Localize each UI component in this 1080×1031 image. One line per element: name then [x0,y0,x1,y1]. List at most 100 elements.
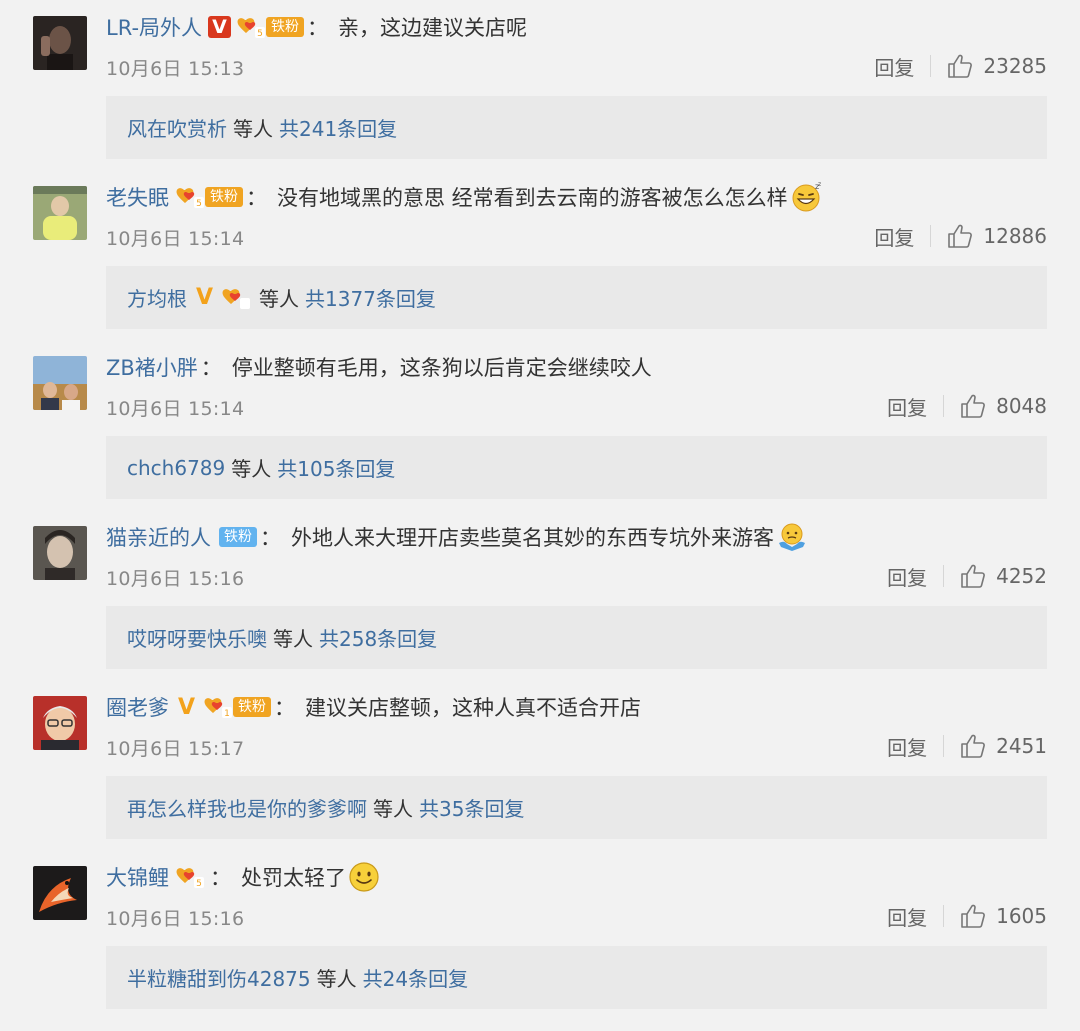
reply-preview[interactable]: 再怎么样我也是你的爹爹啊 等人 共35条回复 [106,776,1047,839]
username-link[interactable]: 老失眠 [106,182,169,212]
username-link[interactable]: LR-局外人 [106,12,202,42]
comment-text: 没有地域黑的意思 经常看到去云南的游客被怎么怎么样 [277,186,788,210]
like-button[interactable]: 1605 [960,903,1047,929]
comment-text: 建议关店整顿，这种人真不适合开店 [305,696,641,720]
reply-preview[interactable]: 哎呀呀要快乐噢 等人 共258条回复 [106,606,1047,669]
reply-preview[interactable]: 方均根 V 等人 共1377条回复 [106,266,1047,329]
reply-button[interactable]: 回复 [874,222,914,251]
action-bar: 回复 8048 [887,390,1047,422]
badge-group: 5 铁粉 [175,185,243,209]
comment-item: LR-局外人 V 5 铁粉 ： 亲，这边建议关店呢 10月6日 15:13 回复… [0,0,1080,170]
reply-total-link[interactable]: 共24条回复 [363,963,468,992]
avatar[interactable] [33,186,87,240]
reply-etc-text: 等人 [373,797,413,821]
badge-group: 铁粉 [217,527,257,547]
action-bar: 回复 12886 [874,220,1047,252]
like-button[interactable]: 4252 [960,563,1047,589]
reply-preview[interactable]: chch6789 等人 共105条回复 [106,436,1047,499]
reply-etc-text: 等人 [233,117,273,141]
like-count: 4252 [996,564,1047,588]
divider [943,565,945,587]
comment-header: 老失眠 5 铁粉 ： 没有地域黑的意思 经常看到去云南的游客被怎么怎么样 zz [106,180,822,214]
like-button[interactable]: 23285 [947,53,1047,79]
grin-emoji-icon: zz [790,181,822,213]
avatar[interactable] [33,866,87,920]
thumbs-up-icon [948,54,973,78]
reply-button[interactable]: 回复 [887,392,927,421]
action-bar: 回复 2451 [887,730,1047,762]
username-link[interactable]: ZB褚小胖 [106,352,198,382]
timestamp: 10月6日 15:16 [106,568,245,590]
reply-user-link[interactable]: 风在吹赏析 [127,113,227,142]
reply-total-link[interactable]: 共258条回复 [319,623,437,652]
tiefen-badge: 铁粉 [219,527,257,547]
comment-item: 猫亲近的人 铁粉 ： 外地人来大理开店卖些莫名其妙的东西专坑外来游客 10月6日… [0,510,1080,680]
heart-level-icon: 5 [175,865,205,889]
reply-total-link[interactable]: 共105条回复 [277,453,395,482]
timestamp: 10月6日 15:16 [106,908,245,930]
tiefen-badge: 铁粉 [233,697,271,717]
comment-item: ZB褚小胖 ： 停业整顿有毛用，这条狗以后肯定会继续咬人 10月6日 15:14… [0,340,1080,510]
divider [943,395,945,417]
reply-total-link[interactable]: 共241条回复 [279,113,397,142]
like-count: 23285 [983,54,1047,78]
reply-etc-text: 等人 [259,287,299,311]
like-button[interactable]: 12886 [947,223,1047,249]
like-button[interactable]: 2451 [960,733,1047,759]
svg-text:5: 5 [257,29,263,39]
username-link[interactable]: 圈老爹 [106,692,169,722]
avatar[interactable] [33,526,87,580]
thumbs-up-icon [961,734,986,758]
username-link[interactable]: 大锦鲤 [106,862,169,892]
username-link[interactable]: 猫亲近的人 [106,522,211,552]
tiefen-badge: 铁粉 [266,17,305,37]
reply-user-link[interactable]: chch6789 [127,456,225,480]
timestamp: 10月6日 15:13 [106,58,245,80]
reply-button[interactable]: 回复 [874,52,914,81]
badge-group: V 1 铁粉 [175,695,271,720]
like-button[interactable]: 8048 [960,393,1047,419]
smile-emoji-icon [348,861,380,893]
like-count: 12886 [983,224,1047,248]
comment-text: 亲，这边建议关店呢 [338,16,528,40]
svg-text:5: 5 [196,199,202,209]
avatar[interactable] [33,696,87,750]
badge-group: V [193,285,253,310]
heart-level-icon: 5 [236,15,266,39]
reply-user-link[interactable]: 半粒糖甜到伤42875 [127,963,311,992]
thumbs-up-icon [961,564,986,588]
divider [930,55,932,77]
reply-button[interactable]: 回复 [887,732,927,761]
comment-text: 外地人来大理开店卖些莫名其妙的东西专坑外来游客 [291,526,774,550]
avatar[interactable] [33,356,87,410]
heart-level-icon: 5 [175,185,205,209]
svg-text:1: 1 [224,709,230,719]
comment-item: 大锦鲤 5 ： 处罚太轻了 10月6日 15:16 回复 1605 半粒糖甜到伤… [0,850,1080,1020]
colon: ： [246,186,267,210]
reply-etc-text: 等人 [316,967,357,991]
reply-preview[interactable]: 风在吹赏析 等人 共241条回复 [106,96,1047,159]
reply-user-link[interactable]: 方均根 [127,283,187,312]
reply-preview[interactable]: 半粒糖甜到伤42875 等人 共24条回复 [106,946,1047,1009]
reply-user-link[interactable]: 再怎么样我也是你的爹爹啊 [127,793,367,822]
comment-header: LR-局外人 V 5 铁粉 ： 亲，这边建议关店呢 [106,10,527,44]
divider [943,905,945,927]
reply-button[interactable]: 回复 [887,562,927,591]
reply-user-link[interactable]: 哎呀呀要快乐噢 [127,623,267,652]
divider [930,225,932,247]
timestamp: 10月6日 15:14 [106,228,245,250]
reply-button[interactable]: 回复 [887,902,927,931]
avatar[interactable] [33,16,87,70]
heart-level-icon: 1 [203,695,233,719]
comment-text: 停业整顿有毛用，这条狗以后肯定会继续咬人 [231,356,652,380]
verified-icon: V [195,285,214,310]
like-count: 8048 [996,394,1047,418]
divider [943,735,945,757]
reply-total-link[interactable]: 共1377条回复 [305,283,436,312]
comment-text: 处罚太轻了 [241,866,346,890]
reply-total-link[interactable]: 共35条回复 [419,793,524,822]
like-count: 2451 [996,734,1047,758]
like-count: 1605 [996,904,1047,928]
action-bar: 回复 23285 [874,50,1047,82]
colon: ： [260,526,281,550]
